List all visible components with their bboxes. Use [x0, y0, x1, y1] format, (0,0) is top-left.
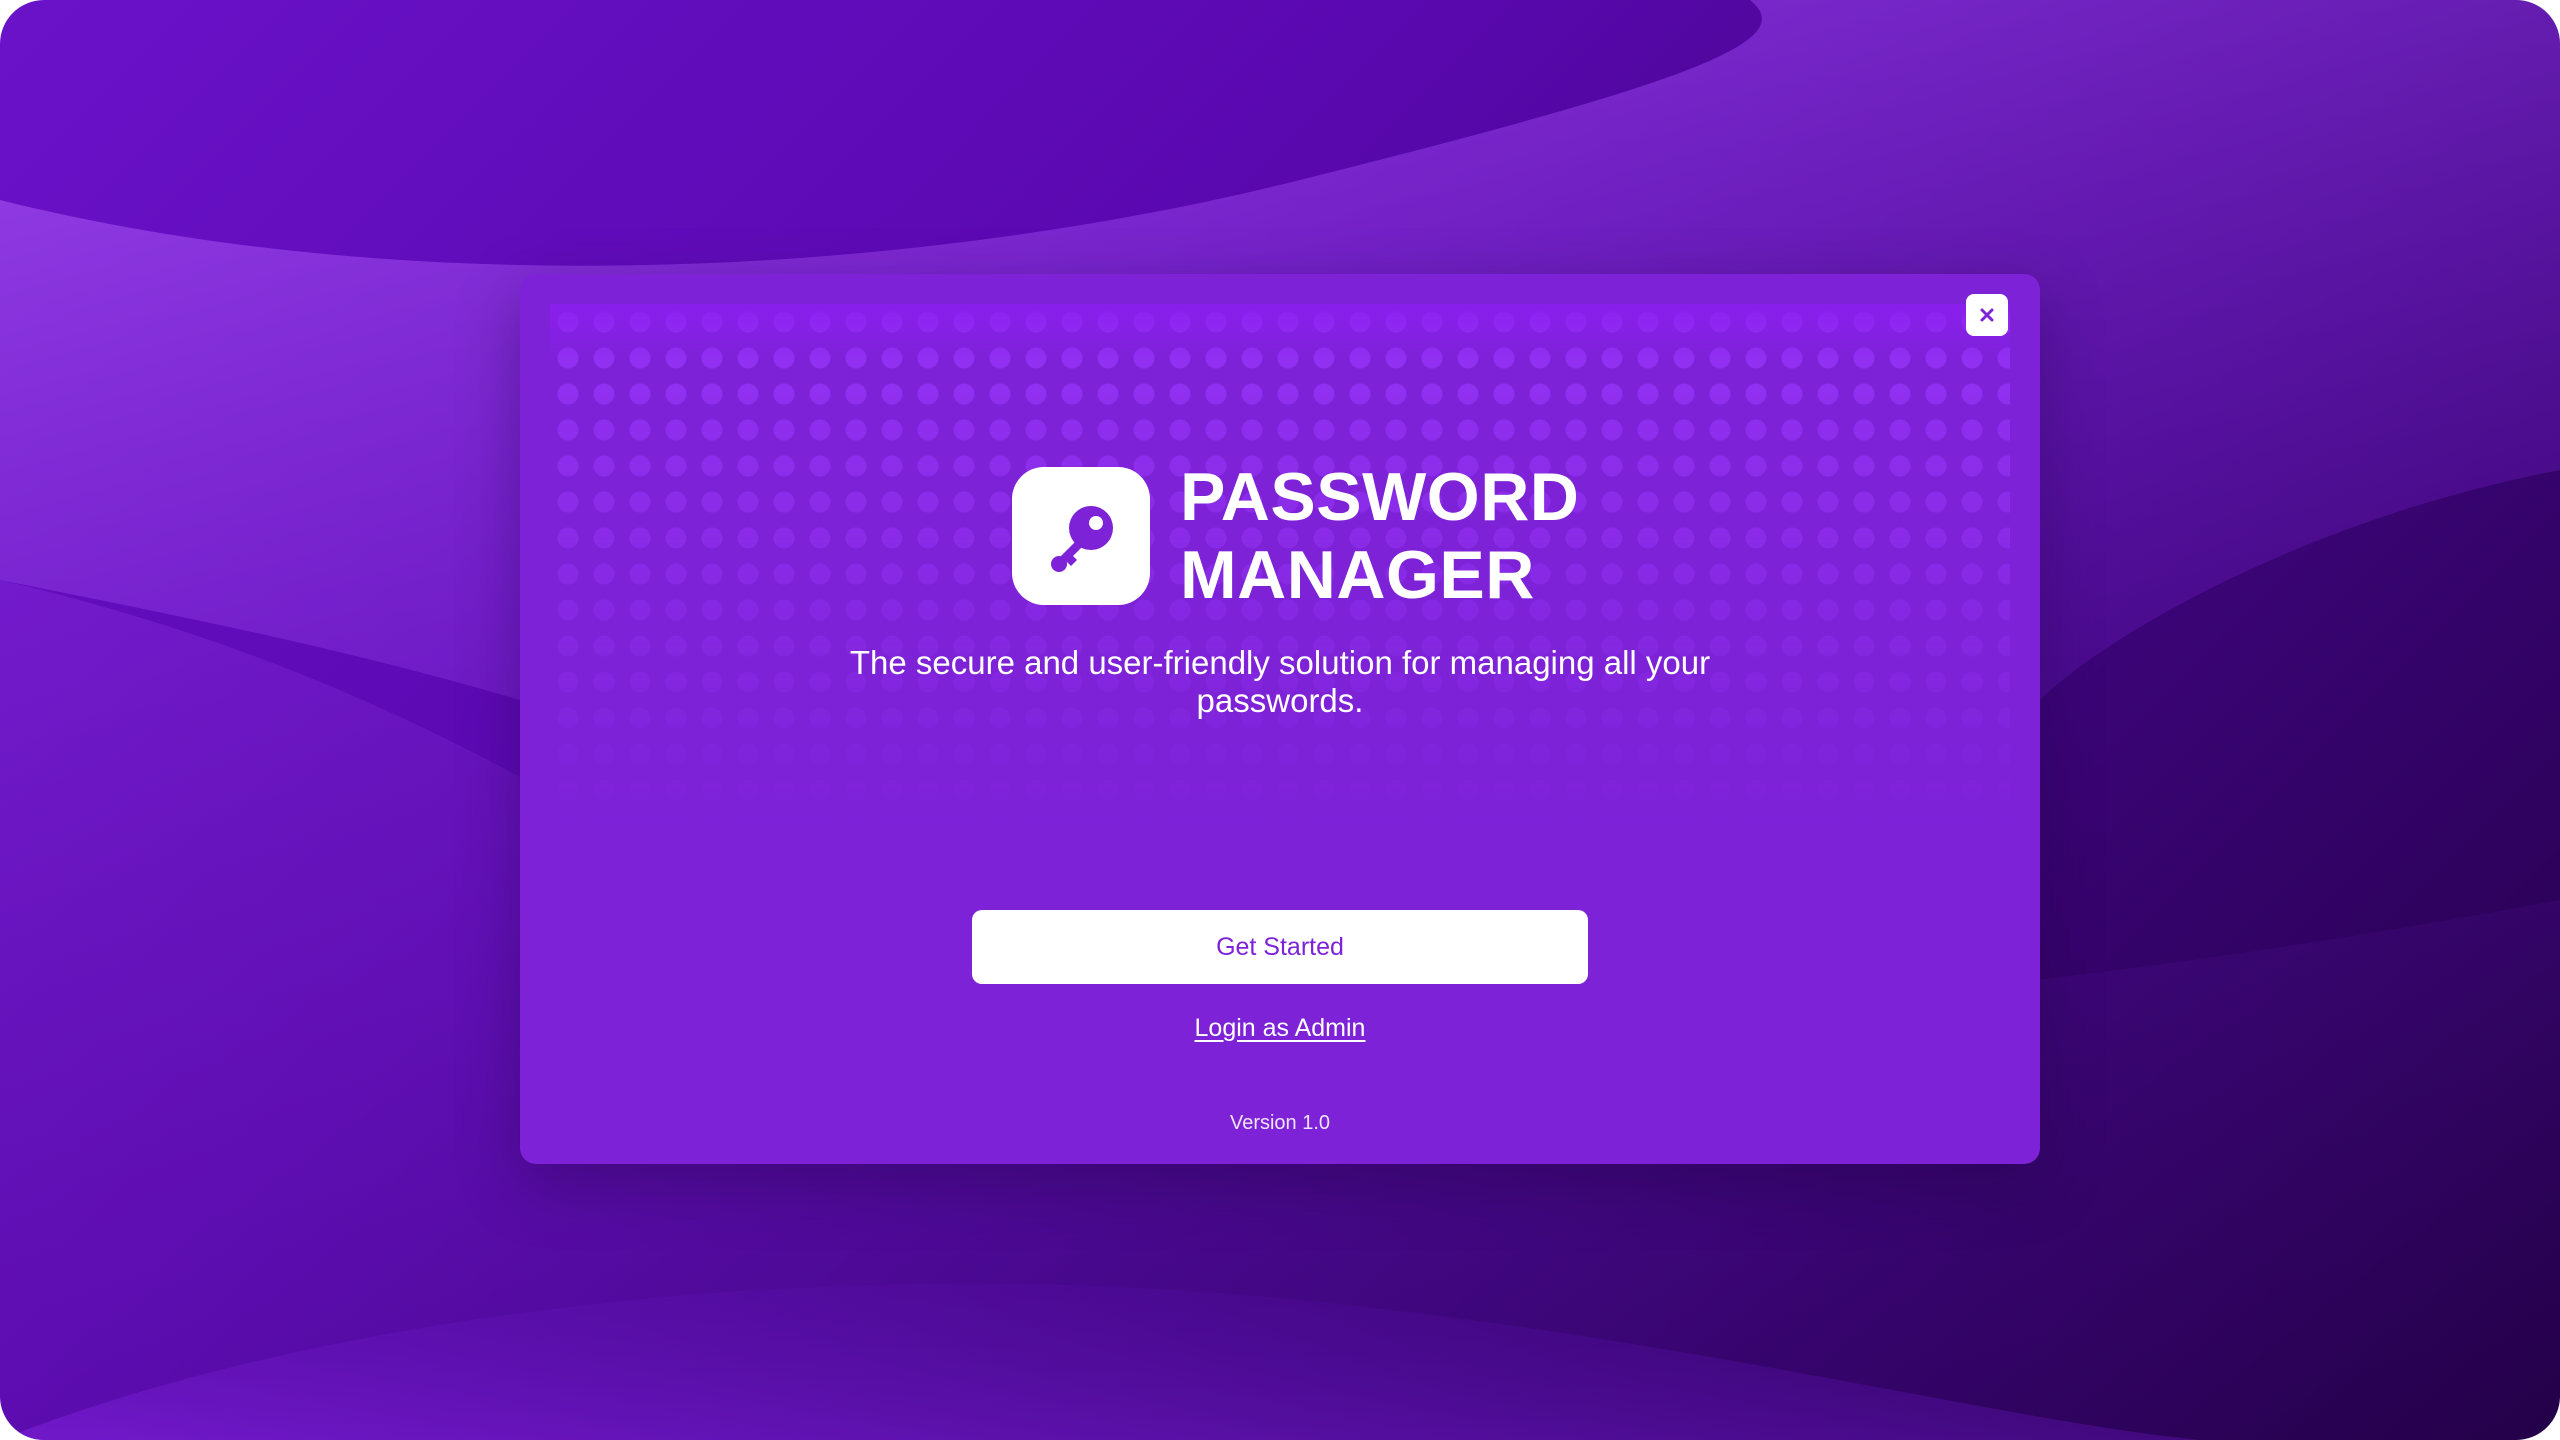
desktop-screen: PASSWORD MANAGER The secure and user-fri…: [0, 0, 2560, 1440]
close-icon: [1980, 308, 1994, 322]
close-button[interactable]: [1966, 294, 2008, 336]
key-icon: [1051, 506, 1113, 572]
brand-header: PASSWORD MANAGER: [1012, 458, 1579, 614]
app-title: PASSWORD MANAGER: [1180, 458, 1579, 614]
tagline: The secure and user-friendly solution fo…: [849, 644, 1711, 719]
app-logo: [1012, 467, 1150, 605]
dot-pattern-glow: [550, 304, 2010, 364]
app-title-line-2: MANAGER: [1180, 537, 1535, 613]
app-title-line-1: PASSWORD: [1180, 459, 1580, 535]
get-started-button[interactable]: Get Started: [972, 910, 1588, 984]
login-as-admin-link[interactable]: Login as Admin: [1080, 1014, 1480, 1043]
version-label: Version 1.0: [1229, 1112, 1331, 1134]
welcome-dialog: PASSWORD MANAGER The secure and user-fri…: [520, 274, 2040, 1164]
